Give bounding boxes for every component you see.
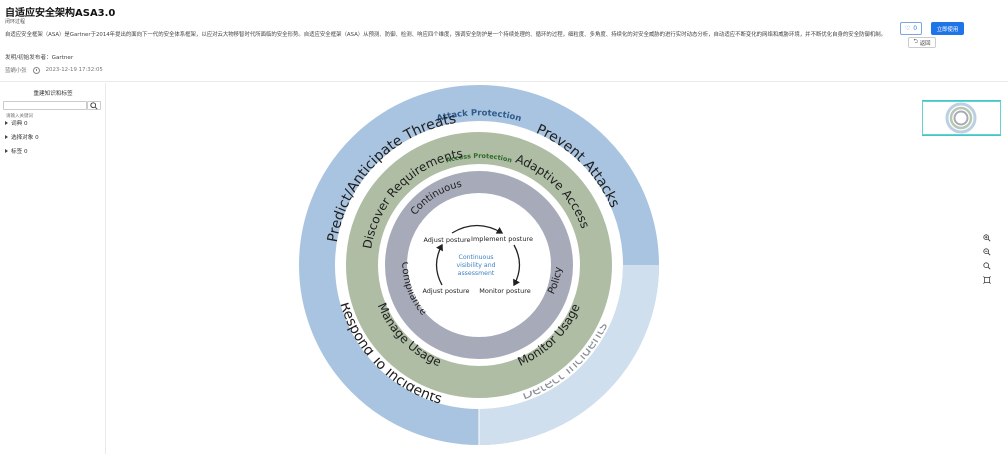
search-field[interactable] [3, 101, 87, 120]
zoom-in-icon [982, 233, 990, 241]
core-text: visibility and [456, 262, 495, 269]
clock-icon [32, 66, 40, 74]
page-description: 自适应安全框架（ASA）是Gartner于2014年提出的面向下一代的安全体系框… [5, 32, 887, 38]
search-icon [90, 101, 98, 110]
return-icon: ⮌ [913, 39, 918, 45]
posture-label: Monitor posture [479, 287, 530, 295]
tree-item-label: 词典 0 [11, 121, 28, 127]
like-button[interactable]: ♡ 0 [900, 22, 922, 35]
reset-zoom-button[interactable] [981, 260, 992, 271]
tree-item-label: 选择对象 0 [11, 135, 39, 141]
author-name[interactable]: 蓝蜗小张 [5, 66, 27, 74]
fit-view-button[interactable] [981, 274, 992, 285]
core-text: Continuous [459, 254, 494, 261]
search-button[interactable] [87, 101, 101, 110]
timestamp: 2023-12-19 17:32:05 [45, 67, 103, 73]
fit-view-icon [982, 275, 991, 284]
page-subtitle: 闭环过程 [5, 19, 26, 25]
caret-right-icon [5, 135, 8, 139]
page-header: 自适应安全架构ASA3.0 闭环过程 自适应安全框架（ASA）是Gartner于… [0, 0, 1008, 82]
tree-item-label: 标签 0 [11, 149, 28, 155]
like-count: 0 [913, 25, 918, 32]
caret-right-icon [5, 121, 8, 125]
diagram-canvas[interactable]: Attack Protection Predict/Anticipate Thr… [107, 83, 1008, 454]
posture-label: Implement posture [471, 235, 533, 243]
heart-icon: ♡ [904, 25, 911, 32]
minimap-preview [922, 101, 1001, 135]
sidebar-title: 重建知识和标签 [33, 91, 73, 97]
tree-item-dictionary[interactable]: 词典 0 [5, 119, 28, 127]
meta-row: 蓝蜗小张 2023-12-19 17:32:05 [5, 66, 103, 74]
caret-right-icon [5, 149, 8, 153]
zoom-out-icon [982, 247, 990, 255]
back-label: 返回 [919, 40, 931, 47]
publisher-text: 发明/初始发布者：Gartner [5, 55, 74, 61]
core-text: assessment [458, 270, 495, 277]
zoom-in-button[interactable] [981, 232, 992, 243]
posture-label: Adjust posture [423, 236, 470, 244]
asa-diagram: Attack Protection Predict/Anticipate Thr… [299, 85, 659, 445]
search-zoom-icon [982, 261, 990, 269]
tree-item-objects[interactable]: 选择对象 0 [5, 133, 39, 141]
sidebar: 重建知识和标签 词典 0 选择对象 0 标签 0 [0, 83, 106, 454]
tree-item-tags[interactable]: 标签 0 [5, 147, 28, 155]
back-button[interactable]: ⮌ 返回 [908, 37, 936, 48]
page-title: 自适应安全架构ASA3.0 [5, 8, 116, 19]
minimap[interactable] [922, 100, 1001, 136]
use-now-button[interactable]: 立即使用 [931, 22, 964, 35]
posture-label: Adjust posture [422, 287, 469, 295]
zoom-out-button[interactable] [981, 246, 992, 257]
